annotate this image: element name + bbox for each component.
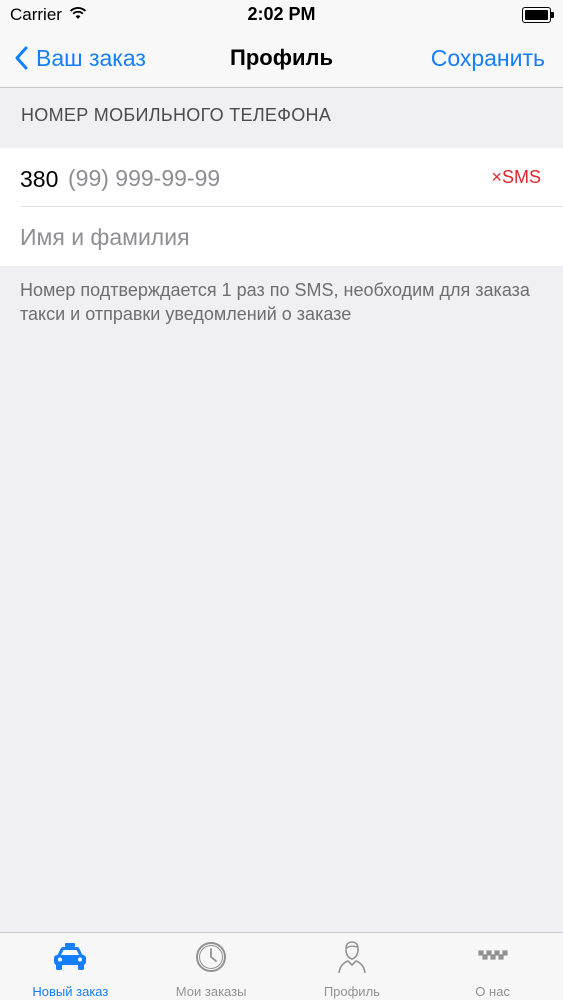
navigation-bar: Ваш заказ Профиль Сохранить	[0, 30, 563, 88]
tab-profile-label: Профиль	[323, 984, 380, 999]
clock-icon	[193, 941, 229, 973]
name-row	[0, 207, 563, 266]
taxi-checker-icon	[475, 941, 511, 973]
profile-form: 380 ×SMS	[0, 148, 563, 266]
sms-unverified-status[interactable]: ×SMS	[491, 167, 541, 188]
tab-profile[interactable]: Профиль	[282, 933, 423, 1000]
save-button[interactable]: Сохранить	[431, 45, 545, 72]
name-input[interactable]	[20, 221, 540, 253]
phone-country-prefix: 380	[20, 166, 59, 192]
taxi-car-icon	[52, 941, 88, 973]
tab-about-label: О нас	[475, 984, 510, 999]
tab-about[interactable]: О нас	[422, 933, 563, 1000]
tab-new-order[interactable]: Новый заказ	[0, 933, 141, 1000]
phone-input[interactable]	[68, 162, 448, 194]
phone-section-header: НОМЕР МОБИЛЬНОГО ТЕЛЕФОНА	[21, 105, 332, 125]
phone-row: 380 ×SMS	[0, 148, 563, 207]
tab-bar: Новый заказ Мои заказы Профиль О нас	[0, 932, 563, 1000]
tab-new-order-label: Новый заказ	[32, 984, 109, 999]
person-icon	[334, 941, 370, 974]
tab-my-orders-label: Мои заказы	[175, 984, 247, 999]
battery-full-icon	[522, 7, 554, 23]
status-bar: Carrier 2:02 PM	[0, 0, 563, 30]
tab-my-orders[interactable]: Мои заказы	[141, 933, 282, 1000]
status-time: 2:02 PM	[247, 4, 316, 24]
phone-info-note: Номер подтверждается 1 раз по SMS, необх…	[20, 280, 530, 324]
